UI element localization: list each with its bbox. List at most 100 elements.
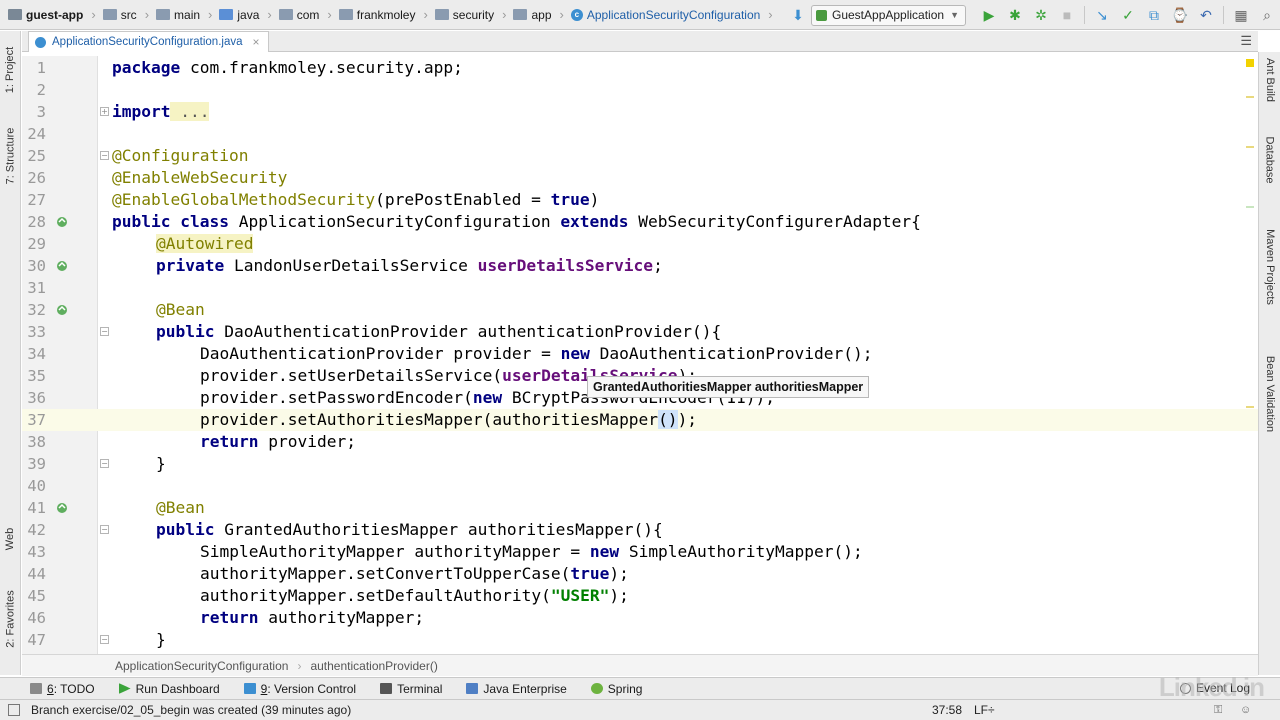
- code-line: 2: [36, 81, 46, 99]
- package-icon: [513, 9, 528, 20]
- toolbar-separator: [1223, 6, 1224, 24]
- project-structure-icon[interactable]: ▦: [1228, 0, 1254, 30]
- linkedin-watermark: Linked in: [1158, 672, 1265, 702]
- structure-tool-tab[interactable]: 7: Structure: [0, 121, 21, 191]
- tab-list-menu-icon[interactable]: ☰: [1240, 33, 1252, 49]
- code-line-current: 37 provider.setAuthoritiesMapper(authorit…: [22, 409, 1258, 431]
- stripe-mark: [1246, 146, 1254, 148]
- package-icon: [338, 9, 353, 20]
- error-stripe[interactable]: [1244, 56, 1254, 654]
- folder-icon: [102, 9, 117, 20]
- run-icon[interactable]: ▶: [976, 0, 1002, 30]
- folder-icon: [156, 9, 171, 20]
- terminal-tool-button[interactable]: Terminal: [380, 682, 442, 696]
- code-line: 32 @Bean: [27, 300, 205, 319]
- code-line: 41 @Bean: [27, 498, 205, 517]
- fold-collapse-icon[interactable]: −: [100, 327, 109, 336]
- java-enterprise-icon: [466, 683, 479, 694]
- stripe-mark: [1246, 206, 1254, 208]
- favorites-tool-tab[interactable]: 2: Favorites: [0, 579, 21, 659]
- nav-crumb-com[interactable]: com ›: [278, 7, 339, 22]
- chevron-right-icon: ›: [768, 7, 773, 22]
- database-tool-tab[interactable]: Database: [1259, 124, 1280, 196]
- chevron-right-icon: ›: [423, 7, 428, 22]
- fold-end-icon[interactable]: −: [100, 635, 109, 644]
- code-line: 24: [27, 125, 46, 143]
- run-dashboard-tool-button[interactable]: Run Dashboard: [118, 682, 220, 696]
- vcs-commit-icon[interactable]: ✓: [1115, 0, 1141, 30]
- java-enterprise-tool-button[interactable]: Java Enterprise: [466, 682, 567, 696]
- bean-validation-tool-tab[interactable]: Bean Validation: [1259, 344, 1280, 444]
- run-dashboard-icon: [118, 683, 131, 694]
- code-crumb-class[interactable]: ApplicationSecurityConfiguration: [115, 659, 288, 673]
- chevron-right-icon: ›: [91, 7, 96, 22]
- debug-icon[interactable]: ✱: [1002, 0, 1028, 30]
- coverage-icon[interactable]: ✲: [1028, 0, 1054, 30]
- file-tab-application-security-configuration[interactable]: ApplicationSecurityConfiguration.java ×: [28, 31, 269, 52]
- ant-build-tool-tab[interactable]: Ant Build: [1259, 52, 1280, 108]
- close-tab-icon[interactable]: ×: [253, 35, 260, 49]
- right-tool-strip: Ant Build Database Maven Projects Bean V…: [1258, 52, 1280, 675]
- toggle-tool-windows-icon[interactable]: [8, 704, 20, 716]
- code-line: 29 @Autowired: [27, 234, 254, 253]
- version-control-tool-button[interactable]: 9: Version Control: [243, 682, 356, 696]
- text-caret: (): [658, 410, 678, 429]
- chevron-right-icon: ›: [297, 658, 302, 673]
- vcs-update-icon[interactable]: ↘: [1089, 0, 1115, 30]
- chevron-right-icon: ›: [559, 7, 564, 22]
- parameter-info-tooltip: GrantedAuthoritiesMapper authoritiesMapp…: [587, 376, 870, 398]
- todo-list-icon: [30, 683, 42, 694]
- lock-icon[interactable]: ⚿: [1214, 704, 1226, 716]
- run-configuration-select[interactable]: GuestAppApplication ▼: [811, 4, 966, 26]
- code-editor[interactable]: 1 package com.frankmoley.security.app; 2 …: [22, 56, 1258, 654]
- code-line: 31: [27, 279, 46, 297]
- project-folder-icon: [8, 9, 22, 20]
- code-line: 43 SimpleAuthorityMapper authorityMapper …: [27, 542, 863, 561]
- autowired-navigate-gutter-icon[interactable]: [56, 260, 69, 272]
- stop-icon[interactable]: ■: [1054, 0, 1080, 30]
- code-line: 3 + import ...: [36, 102, 210, 121]
- build-arrow-icon[interactable]: ⬇: [785, 0, 811, 30]
- fold-collapse-icon[interactable]: −: [100, 151, 109, 160]
- toolbar-separator: [1084, 6, 1085, 24]
- stripe-mark: [1246, 96, 1254, 98]
- fold-collapse-icon[interactable]: −: [100, 525, 109, 534]
- bean-gutter-icon[interactable]: [56, 502, 69, 514]
- code-line: 28 public class ApplicationSecurityConfig…: [27, 212, 921, 231]
- nav-crumb-main[interactable]: main ›: [156, 7, 219, 22]
- nav-crumb-java[interactable]: java ›: [219, 7, 278, 22]
- revert-icon[interactable]: ↶: [1193, 0, 1219, 30]
- code-line: 27 @EnableGlobalMethodSecurity(prePostEna…: [27, 190, 600, 209]
- bean-gutter-icon[interactable]: [56, 304, 69, 316]
- spring-tool-button[interactable]: Spring: [590, 682, 642, 696]
- code-line: 26 @EnableWebSecurity: [27, 168, 288, 187]
- fold-expand-icon[interactable]: +: [100, 107, 109, 116]
- inspector-icon[interactable]: ☺: [1240, 704, 1252, 716]
- fold-end-icon[interactable]: −: [100, 459, 109, 468]
- search-icon[interactable]: ⌕: [1254, 0, 1280, 30]
- nav-crumb-class[interactable]: c ApplicationSecurityConfiguration ›: [570, 7, 780, 22]
- dropdown-arrow-icon: ▼: [950, 10, 959, 20]
- tool-window-bar: 6: TODO Run Dashboard 9: Version Control…: [0, 677, 1280, 699]
- source-folder-icon: [219, 9, 234, 20]
- nav-crumb-security[interactable]: security ›: [434, 7, 514, 22]
- nav-crumb-frankmoley[interactable]: frankmoley ›: [338, 7, 435, 22]
- maven-projects-tool-tab[interactable]: Maven Projects: [1259, 212, 1280, 322]
- package-icon: [434, 9, 449, 20]
- vcs-compare-icon[interactable]: ⧉: [1141, 0, 1167, 30]
- spring-bean-gutter-icon[interactable]: [56, 216, 69, 228]
- nav-crumb-project[interactable]: guest-app ›: [8, 7, 103, 22]
- code-crumb-method[interactable]: authenticationProvider(): [310, 659, 437, 673]
- vcs-history-icon[interactable]: ⌚: [1167, 0, 1193, 30]
- web-tool-tab[interactable]: Web: [0, 519, 21, 559]
- code-line: 40: [27, 477, 46, 495]
- status-bar: Branch exercise/02_05_begin was created …: [0, 699, 1280, 720]
- nav-crumb-src[interactable]: src ›: [102, 7, 156, 22]
- inspection-status-icon[interactable]: [1246, 59, 1254, 67]
- project-tool-tab[interactable]: 1: Project: [0, 35, 21, 105]
- line-separator[interactable]: LF÷: [974, 703, 995, 717]
- todo-tool-button[interactable]: 6: TODO: [30, 682, 95, 696]
- caret-position[interactable]: 37:58: [932, 703, 962, 717]
- chevron-right-icon: ›: [502, 7, 507, 22]
- nav-crumb-app[interactable]: app ›: [513, 7, 570, 22]
